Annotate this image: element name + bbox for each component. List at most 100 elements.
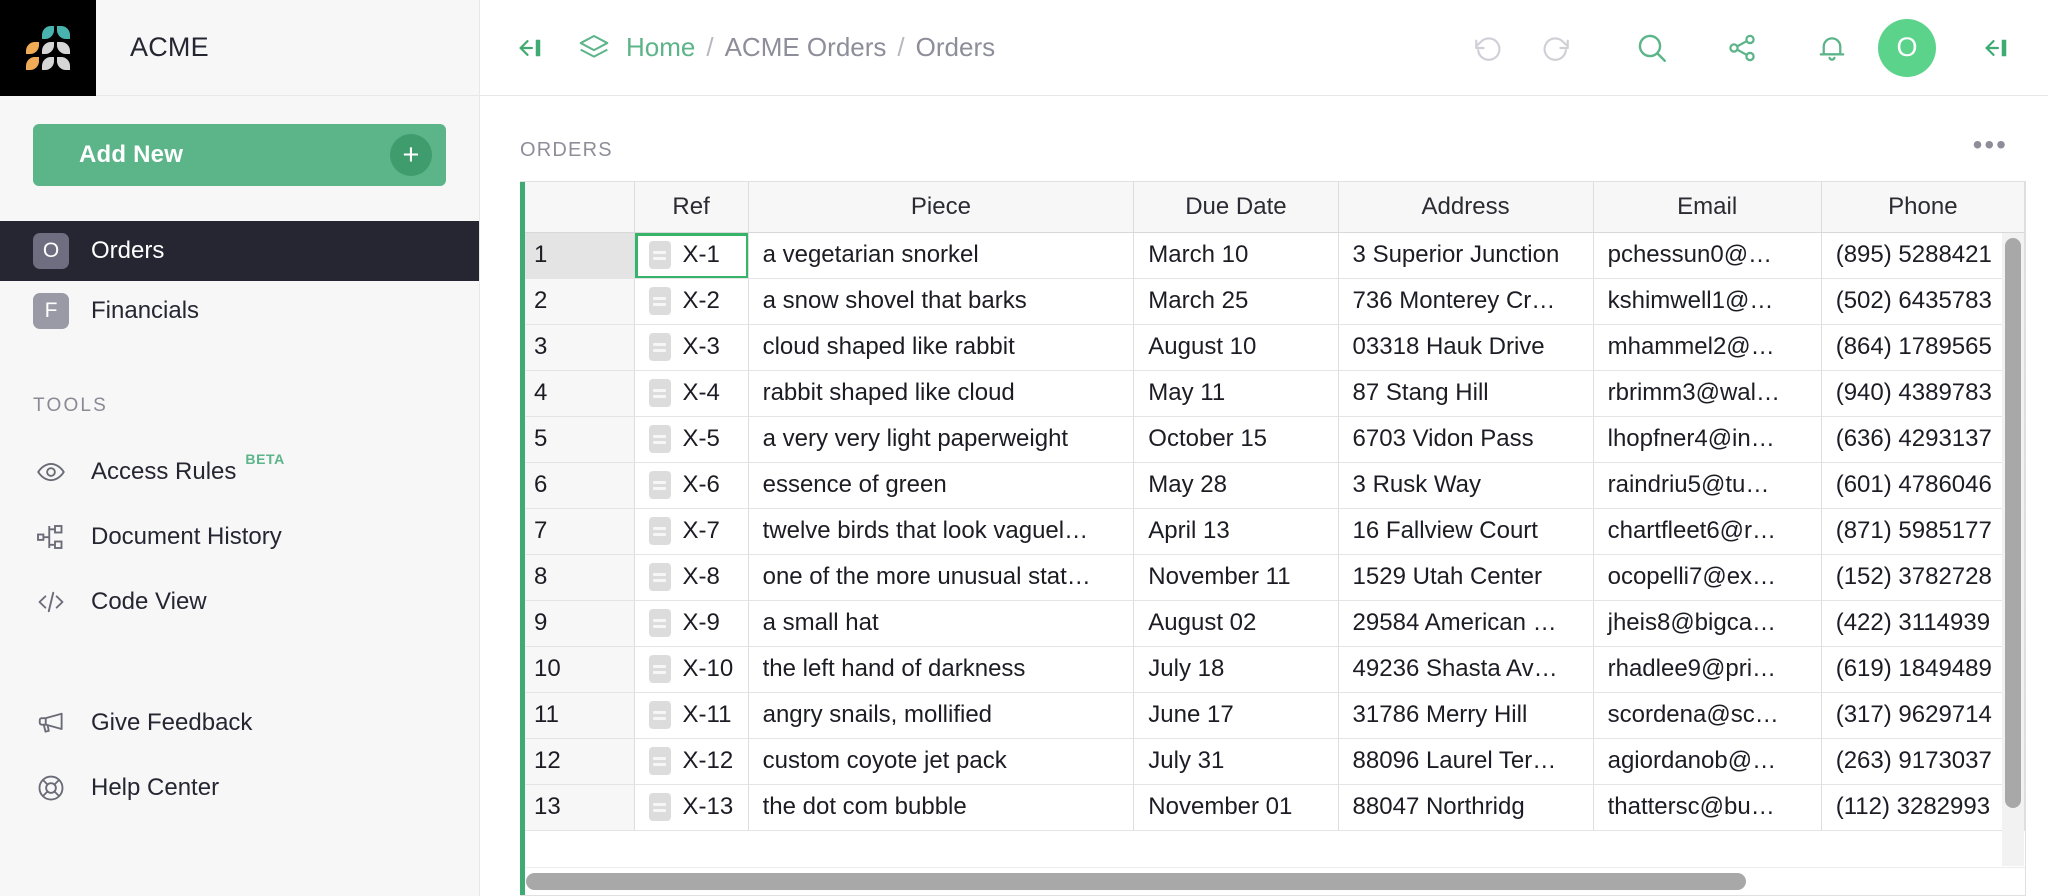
cell-piece[interactable]: rabbit shaped like cloud <box>748 370 1134 416</box>
cell-email[interactable]: lhopfner4@in… <box>1593 416 1821 462</box>
cell-phone[interactable]: (864) 1789565 <box>1821 324 2024 370</box>
table-row[interactable]: 8 X-8 one of the more unusual stat… Nove… <box>520 554 2025 600</box>
col-header-email[interactable]: Email <box>1593 182 1821 232</box>
table-row[interactable]: 12 X-12 custom coyote jet pack July 31 8… <box>520 738 2025 784</box>
cell-phone[interactable]: (502) 6435783 <box>1821 278 2024 324</box>
cell-email[interactable]: chartfleet6@r… <box>1593 508 1821 554</box>
share-icon[interactable] <box>1716 22 1768 74</box>
sidebar-item-financials[interactable]: F Financials <box>0 281 479 341</box>
cell-piece[interactable]: the dot com bubble <box>748 784 1134 830</box>
cell-ref[interactable]: X-7 <box>634 508 748 554</box>
cell-phone[interactable]: (112) 3282993 <box>1821 784 2024 830</box>
col-header-piece[interactable]: Piece <box>748 182 1134 232</box>
cell-ref[interactable]: X-11 <box>634 692 748 738</box>
sidebar-item-help-center[interactable]: Help Center <box>0 755 479 820</box>
cell-due-date[interactable]: March 25 <box>1134 278 1338 324</box>
cell-email[interactable]: jheis8@bigca… <box>1593 600 1821 646</box>
table-row[interactable]: 4 X-4 rabbit shaped like cloud May 11 87… <box>520 370 2025 416</box>
cell-piece[interactable]: the left hand of darkness <box>748 646 1134 692</box>
col-header-phone[interactable]: Phone <box>1821 182 2024 232</box>
cell-ref[interactable]: X-13 <box>634 784 748 830</box>
sidebar-item-orders[interactable]: O Orders <box>0 221 479 281</box>
cell-email[interactable]: rbrimm3@wal… <box>1593 370 1821 416</box>
cell-phone[interactable]: (940) 4389783 <box>1821 370 2024 416</box>
cell-piece[interactable]: twelve birds that look vaguel… <box>748 508 1134 554</box>
user-avatar[interactable]: O <box>1878 19 1936 77</box>
cell-due-date[interactable]: April 13 <box>1134 508 1338 554</box>
cell-due-date[interactable]: July 18 <box>1134 646 1338 692</box>
cell-due-date[interactable]: November 11 <box>1134 554 1338 600</box>
cell-address[interactable]: 6703 Vidon Pass <box>1338 416 1593 462</box>
cell-phone[interactable]: (152) 3782728 <box>1821 554 2024 600</box>
table-row[interactable]: 11 X-11 angry snails, mollified June 17 … <box>520 692 2025 738</box>
cell-ref[interactable]: X-5 <box>634 416 748 462</box>
redo-icon[interactable] <box>1530 22 1582 74</box>
cell-phone[interactable]: (619) 1849489 <box>1821 646 2024 692</box>
cell-address[interactable]: 29584 American … <box>1338 600 1593 646</box>
cell-address[interactable]: 31786 Merry Hill <box>1338 692 1593 738</box>
table-row[interactable]: 10 X-10 the left hand of darkness July 1… <box>520 646 2025 692</box>
horizontal-scrollbar-thumb[interactable] <box>526 873 1746 890</box>
sidebar-item-document-history[interactable]: Document History <box>0 504 479 569</box>
cell-phone[interactable]: (601) 4786046 <box>1821 462 2024 508</box>
cell-phone[interactable]: (871) 5985177 <box>1821 508 2024 554</box>
cell-address[interactable]: 88096 Laurel Ter… <box>1338 738 1593 784</box>
cell-piece[interactable]: cloud shaped like rabbit <box>748 324 1134 370</box>
cell-address[interactable]: 88047 Northridg <box>1338 784 1593 830</box>
cell-phone[interactable]: (263) 9173037 <box>1821 738 2024 784</box>
cell-phone[interactable]: (317) 9629714 <box>1821 692 2024 738</box>
cell-email[interactable]: rhadlee9@pri… <box>1593 646 1821 692</box>
breadcrumb-page[interactable]: Orders <box>916 32 995 63</box>
horizontal-scrollbar[interactable] <box>520 867 2025 895</box>
cell-due-date[interactable]: March 10 <box>1134 232 1338 278</box>
cell-piece[interactable]: essence of green <box>748 462 1134 508</box>
col-header-ref[interactable]: Ref <box>634 182 748 232</box>
acme-logo[interactable] <box>0 0 96 96</box>
cell-piece[interactable]: one of the more unusual stat… <box>748 554 1134 600</box>
table-row[interactable]: 9 X-9 a small hat August 02 29584 Americ… <box>520 600 2025 646</box>
cell-address[interactable]: 3 Superior Junction <box>1338 232 1593 278</box>
table-row[interactable]: 3 X-3 cloud shaped like rabbit August 10… <box>520 324 2025 370</box>
cell-ref[interactable]: X-12 <box>634 738 748 784</box>
table-row[interactable]: 6 X-6 essence of green May 28 3 Rusk Way… <box>520 462 2025 508</box>
table-row[interactable]: 5 X-5 a very very light paperweight Octo… <box>520 416 2025 462</box>
cell-ref[interactable]: X-6 <box>634 462 748 508</box>
cell-ref[interactable]: X-8 <box>634 554 748 600</box>
undo-icon[interactable] <box>1462 22 1514 74</box>
cell-ref[interactable]: X-4 <box>634 370 748 416</box>
cell-due-date[interactable]: November 01 <box>1134 784 1338 830</box>
table-row[interactable]: 13 X-13 the dot com bubble November 01 8… <box>520 784 2025 830</box>
cell-address[interactable]: 3 Rusk Way <box>1338 462 1593 508</box>
cell-address[interactable]: 16 Fallview Court <box>1338 508 1593 554</box>
cell-address[interactable]: 1529 Utah Center <box>1338 554 1593 600</box>
vertical-scrollbar[interactable] <box>2002 233 2024 866</box>
notifications-bell-icon[interactable] <box>1806 22 1858 74</box>
col-header-address[interactable]: Address <box>1338 182 1593 232</box>
cell-piece[interactable]: a very very light paperweight <box>748 416 1134 462</box>
cell-address[interactable]: 03318 Hauk Drive <box>1338 324 1593 370</box>
cell-phone[interactable]: (422) 3114939 <box>1821 600 2024 646</box>
cell-due-date[interactable]: October 15 <box>1134 416 1338 462</box>
cell-email[interactable]: kshimwell1@… <box>1593 278 1821 324</box>
breadcrumb-document[interactable]: ACME Orders <box>725 32 887 63</box>
cell-address[interactable]: 736 Monterey Cr… <box>1338 278 1593 324</box>
sidebar-item-give-feedback[interactable]: Give Feedback <box>0 690 479 755</box>
cell-due-date[interactable]: June 17 <box>1134 692 1338 738</box>
cell-piece[interactable]: a vegetarian snorkel <box>748 232 1134 278</box>
cell-ref[interactable]: X-1 <box>634 232 748 278</box>
cell-email[interactable]: agiordanob@… <box>1593 738 1821 784</box>
cell-due-date[interactable]: May 11 <box>1134 370 1338 416</box>
cell-due-date[interactable]: August 10 <box>1134 324 1338 370</box>
cell-ref[interactable]: X-3 <box>634 324 748 370</box>
cell-email[interactable]: mhammel2@… <box>1593 324 1821 370</box>
cell-due-date[interactable]: May 28 <box>1134 462 1338 508</box>
cell-phone[interactable]: (895) 5288421 <box>1821 232 2024 278</box>
cell-ref[interactable]: X-10 <box>634 646 748 692</box>
sidebar-item-code-view[interactable]: Code View <box>0 569 479 634</box>
cell-email[interactable]: raindriu5@tu… <box>1593 462 1821 508</box>
cell-ref[interactable]: X-9 <box>634 600 748 646</box>
add-new-button[interactable]: Add New + <box>33 124 446 186</box>
table-row[interactable]: 1 X-1 a vegetarian snorkel March 10 3 Su… <box>520 232 2025 278</box>
cell-email[interactable]: scordena@sc… <box>1593 692 1821 738</box>
cell-address[interactable]: 49236 Shasta Av… <box>1338 646 1593 692</box>
